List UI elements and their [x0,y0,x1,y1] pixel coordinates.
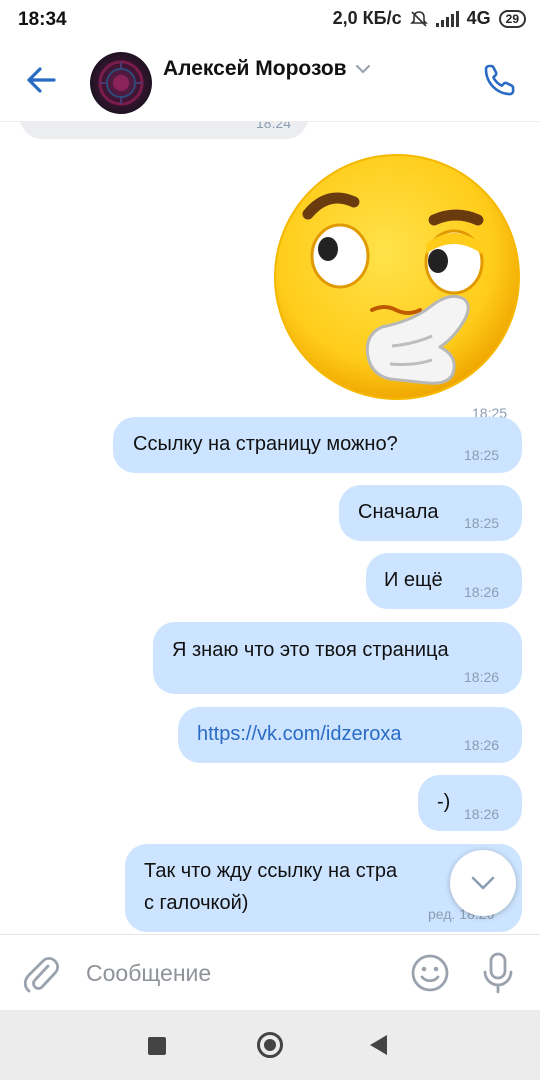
phone-icon[interactable] [482,62,518,98]
message-time: 18:26 [464,806,500,822]
message-text-line2: с галочкой) [144,892,249,914]
contact-name-text: Алексей Морозов [163,57,347,80]
message-time: 18:25 [464,515,500,531]
arrow-left-icon[interactable] [24,64,60,96]
contact-name[interactable]: Алексей Морозов [163,57,371,81]
chat-header: Алексей Морозов [0,40,540,122]
paperclip-icon[interactable] [22,953,60,993]
message-input[interactable] [86,955,386,991]
message-text-line1: Так что жду ссылку на стра [144,860,398,882]
message-link[interactable]: https://vk.com/idzeroxa [197,723,402,746]
outgoing-message[interactable]: Я знаю что это твоя страница 18:26 [153,622,522,694]
outgoing-message[interactable]: https://vk.com/idzeroxa 18:26 [178,707,522,763]
chevron-down-icon [355,64,370,74]
back-button[interactable] [370,1035,387,1055]
message-time: 18:26 [464,669,500,685]
mute-bell-icon [409,10,428,27]
microphone-icon[interactable] [480,951,516,995]
message-composer [0,934,540,1010]
message-text: -) [437,791,451,813]
message-text: Сначала [358,501,439,523]
outgoing-message[interactable]: Сначала 18:25 [339,485,522,541]
message-text: Ссылку на страницу можно? [133,433,398,455]
status-bar: 18:34 2,0 КБ/с 4G 29 [0,0,540,40]
message-text: Я знаю что это твоя страница [172,639,449,661]
recents-button[interactable] [148,1037,166,1055]
status-indicators: 2,0 КБ/с 4G 29 [333,8,526,29]
message-time: 18:26 [464,584,500,600]
chevron-down-icon [471,876,495,890]
incoming-message[interactable]: 18:24 [20,122,308,139]
avatar[interactable] [90,52,152,114]
message-time: 18:25 [464,447,500,463]
home-button[interactable] [257,1032,283,1058]
message-time: 18:24 [256,122,292,131]
outgoing-message[interactable]: -) 18:26 [418,775,522,831]
net-speed: 2,0 КБ/с [332,8,402,28]
outgoing-message[interactable]: И ещё 18:26 [366,553,522,609]
scroll-down-button[interactable] [450,850,516,916]
system-nav-bar [0,1010,540,1080]
thinking-face-sticker [274,154,520,400]
message-time: 18:26 [464,737,500,753]
sticker-message[interactable]: 18:25 [272,152,522,421]
status-time: 18:34 [18,9,67,30]
signal-icon [435,10,459,27]
message-feed[interactable]: 18:24 18:25 Ссылку на страницу можно? 18… [0,122,540,934]
smiley-icon[interactable] [410,953,450,993]
outgoing-message[interactable]: Ссылку на страницу можно? 18:25 [113,417,522,473]
message-text: И ещё [384,569,443,591]
network-type: 4G [466,8,491,28]
battery-icon: 29 [498,9,526,28]
